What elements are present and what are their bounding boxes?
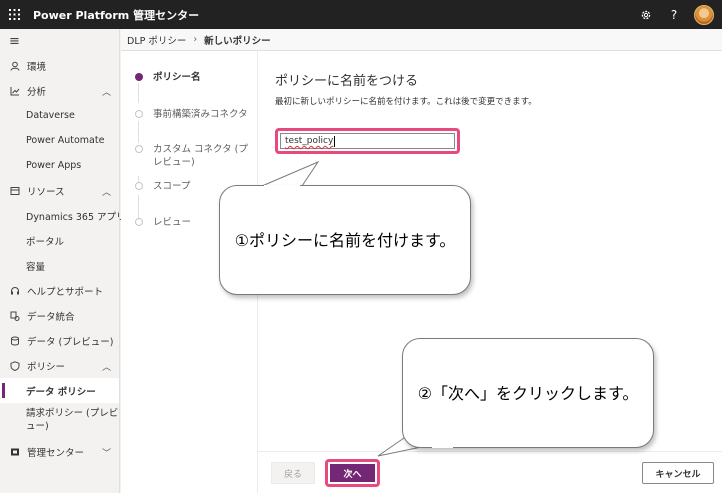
admin-centers-icon [9,446,21,458]
page-description: 最初に新しいポリシーに名前を付けます。これは後で変更できます。 [275,97,537,107]
sidebar-item-analytics[interactable]: 分析 ︿ [0,78,119,103]
sidebar-item-dynamics-365-apps[interactable]: Dynamics 365 アプリ [0,203,126,228]
wizard-step-custom-connectors[interactable]: カスタム コネクタ (プレビュー) [135,143,250,169]
chevron-up-icon[interactable]: ︿ [102,360,111,373]
breadcrumb-current: 新しいポリシー [204,35,271,47]
chevron-up-icon[interactable]: ︿ [102,185,111,198]
sidebar-item-admin-centers[interactable]: 管理センター ﹀ [0,439,119,464]
callout-click-next: ②「次へ」をクリックします。 [402,338,654,448]
callout-name-policy: ①ポリシーに名前を付けます。 [219,185,471,295]
policy-name-input[interactable]: test_policy [280,133,455,149]
step-indicator [135,182,143,190]
avatar[interactable] [694,4,714,25]
next-button-highlight: 次へ [325,459,380,487]
sidebar-item-help-support[interactable]: ヘルプとサポート [0,278,119,303]
top-bar: Power Platform 管理センター ? [0,0,722,29]
step-connector [138,121,139,143]
sidebar-item-power-apps[interactable]: Power Apps [0,153,119,178]
data-icon [9,335,21,347]
page-title: ポリシーに名前をつける [275,74,419,89]
step-indicator [135,145,143,153]
headset-icon [9,285,21,297]
hamburger-menu-icon[interactable]: ≡ [0,29,119,53]
environment-icon [9,60,21,72]
sidebar-item-capacity[interactable]: 容量 [0,253,119,278]
app-title[interactable]: Power Platform 管理センター [33,7,199,23]
shield-icon [9,360,21,372]
step-indicator [135,218,143,226]
next-button[interactable]: 次へ [330,464,375,482]
data-integration-icon [9,310,21,322]
policy-name-value: test_policy [285,136,334,146]
wizard-step-prebuilt-connectors[interactable]: 事前構築済みコネクタ [135,108,255,121]
text-caret [334,135,336,147]
step-indicator [135,73,143,81]
wizard-step-policy-name[interactable]: ポリシー名 [135,71,255,84]
resources-icon [9,185,21,197]
policy-name-highlight: test_policy [275,128,460,154]
sidebar-item-environments[interactable]: 環境 [0,53,119,78]
sidebar-item-power-automate[interactable]: Power Automate [0,128,119,153]
sidebar-item-data-integration[interactable]: データ統合 [0,303,119,328]
help-icon[interactable]: ? [660,0,688,29]
chevron-down-icon[interactable]: ﹀ [102,446,111,459]
sidebar-item-resources[interactable]: リソース ︿ [0,178,119,203]
sidebar: ≡ 環境 分析 ︿ Dataverse Power Automate Power… [0,29,126,493]
sidebar-item-portals[interactable]: ポータル [0,228,119,253]
sidebar-item-billing-policies[interactable]: 請求ポリシー (プレビュー) [0,403,119,439]
breadcrumb-dlp-policies[interactable]: DLP ポリシー [127,33,186,47]
analytics-icon [9,85,21,97]
step-connector [138,83,139,103]
sidebar-item-policies[interactable]: ポリシー ︿ [0,353,119,378]
sidebar-item-dataverse[interactable]: Dataverse [0,103,119,128]
chevron-up-icon[interactable]: ︿ [102,85,111,98]
chevron-right-icon: › [193,34,198,45]
sidebar-item-data-policies[interactable]: データ ポリシー [0,378,119,403]
back-button[interactable]: 戻る [271,462,315,484]
gear-icon[interactable] [632,0,660,29]
sidebar-item-data-preview[interactable]: データ (プレビュー) [0,328,119,353]
wizard-footer: 戻る 次へ キャンセル [258,451,722,493]
step-indicator [135,110,143,118]
cancel-button[interactable]: キャンセル [642,462,714,484]
waffle-icon[interactable] [0,0,29,29]
breadcrumb: DLP ポリシー › 新しいポリシー [121,29,722,51]
